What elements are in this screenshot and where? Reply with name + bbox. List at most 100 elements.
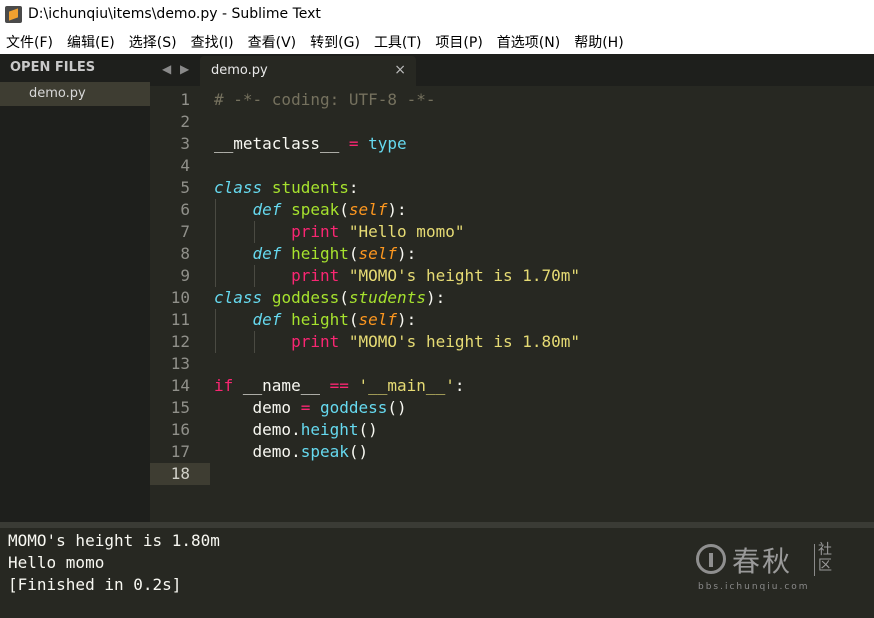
line-number: 3 (180, 134, 190, 153)
code-line: def height(self): (214, 309, 580, 331)
code-token: height (291, 244, 349, 263)
line-number: 5 (180, 178, 190, 197)
code-content[interactable]: # -*- coding: UTF-8 -*- __metaclass__ = t… (214, 89, 580, 485)
code-token: self (358, 244, 398, 263)
code-line: __metaclass__ = type (214, 133, 580, 155)
code-line: class students: (214, 177, 580, 199)
line-number: 14 (170, 376, 190, 395)
menu-item-1[interactable]: 编辑(E) (67, 32, 115, 52)
line-number: 16 (170, 420, 190, 439)
line-number: 1 (180, 90, 190, 109)
code-editor[interactable]: 1 2 3 4 5 6 7 8 9 10 11 12 13 14 15 16 17 18 # -*- coding… (150, 86, 874, 522)
code-token: ( (348, 244, 359, 263)
tab-forward-arrow-icon[interactable]: ▶ (180, 62, 189, 76)
code-line: print "Hello momo" (214, 221, 580, 243)
menu-item-2[interactable]: 选择(S) (129, 32, 177, 52)
code-token: demo. (214, 420, 301, 439)
code-line: print "MOMO's height is 1.70m" (214, 265, 580, 287)
line-number: 17 (170, 442, 190, 461)
code-line: if __name__ == '__main__': (214, 375, 580, 397)
output-line: MOMO's height is 1.80m (8, 531, 220, 550)
menu-item-5[interactable]: 转到(G) (310, 32, 360, 52)
code-token: __name__ (233, 376, 330, 395)
code-token: if (214, 376, 234, 395)
indent-guide (215, 199, 216, 221)
tab-label: demo.py (211, 63, 268, 78)
tab-close-icon[interactable]: × (394, 62, 406, 78)
sidebar-file-demo-py[interactable]: demo.py (0, 82, 150, 106)
build-output-panel[interactable]: MOMO's height is 1.80m Hello momo [Finishe… (0, 528, 874, 618)
code-token: speak (291, 200, 340, 219)
code-line: def speak(self): (214, 199, 580, 221)
open-files-header: OPEN FILES (10, 60, 96, 75)
code-line: demo.height() (214, 419, 580, 441)
window-title: D:\ichunqiu\items\demo.py - Sublime Text (28, 6, 321, 22)
code-line: class goddess(students): (214, 287, 580, 309)
code-token: print (291, 222, 340, 241)
menu-item-4[interactable]: 查看(V) (248, 32, 297, 52)
line-number: 18 (170, 464, 190, 483)
watermark-brand: 春秋 (732, 545, 793, 578)
build-output-text: MOMO's height is 1.80m Hello momo [Finishe… (8, 530, 220, 596)
code-token: ( (339, 288, 349, 307)
code-line: demo = goddess() (214, 397, 580, 419)
code-token: print (291, 332, 340, 351)
code-token: () (387, 398, 407, 417)
sidebar: OPEN FILES demo.py (0, 54, 150, 522)
code-token: speak (300, 442, 349, 461)
line-number: 10 (170, 288, 190, 307)
code-token: self (348, 200, 388, 219)
line-number: 11 (170, 310, 190, 329)
menu-item-8[interactable]: 首选项(N) (497, 32, 560, 52)
line-number: 12 (170, 332, 190, 351)
indent-guide (253, 331, 255, 353)
indent-guide (215, 309, 216, 331)
code-token: : (454, 376, 465, 395)
code-token: def (252, 244, 282, 263)
menu-item-3[interactable]: 查找(I) (191, 32, 234, 52)
code-token: class (214, 178, 263, 197)
sublime-text-app-icon (5, 6, 22, 23)
tab-demo-py[interactable]: demo.py × (200, 56, 416, 86)
indent-guide (215, 265, 216, 287)
watermark-community: 社区 (818, 542, 832, 574)
title-bar: D:\ichunqiu\items\demo.py - Sublime Text (0, 0, 874, 29)
code-token: demo. (214, 442, 301, 461)
code-token: ( (348, 310, 359, 329)
menu-item-0[interactable]: 文件(F) (6, 32, 53, 52)
tab-bar: ◀ ▶ demo.py × (150, 54, 874, 86)
watermark-divider (814, 544, 815, 576)
menu-item-7[interactable]: 项目(P) (435, 32, 482, 52)
code-token: def (252, 310, 282, 329)
menu-item-6[interactable]: 工具(T) (374, 32, 421, 52)
code-token: print (291, 266, 340, 285)
code-token: ): (397, 310, 417, 329)
line-number: 9 (180, 266, 190, 285)
code-token: students (271, 178, 349, 197)
indent-guide (215, 243, 216, 265)
code-token: = (348, 134, 359, 153)
tab-back-arrow-icon[interactable]: ◀ (162, 62, 171, 76)
indent-guide (215, 221, 216, 243)
menu-bar: 文件(F) 编辑(E) 选择(S) 查找(I) 查看(V) 转到(G) 工具(T) 项目(P)… (0, 29, 874, 54)
code-token: type (368, 134, 407, 153)
code-token: "Hello momo" (348, 222, 465, 241)
watermark-url: bbs.ichunqiu.com (698, 582, 810, 592)
line-number: 2 (180, 112, 190, 131)
menu-item-9[interactable]: 帮助(H) (574, 32, 623, 52)
code-token: __metaclass__ (214, 134, 349, 153)
ichunqiu-logo-icon (696, 544, 726, 574)
code-token: goddess (271, 288, 340, 307)
code-token: height (300, 420, 359, 439)
code-token: ): (425, 288, 446, 307)
code-token: == (329, 376, 349, 395)
